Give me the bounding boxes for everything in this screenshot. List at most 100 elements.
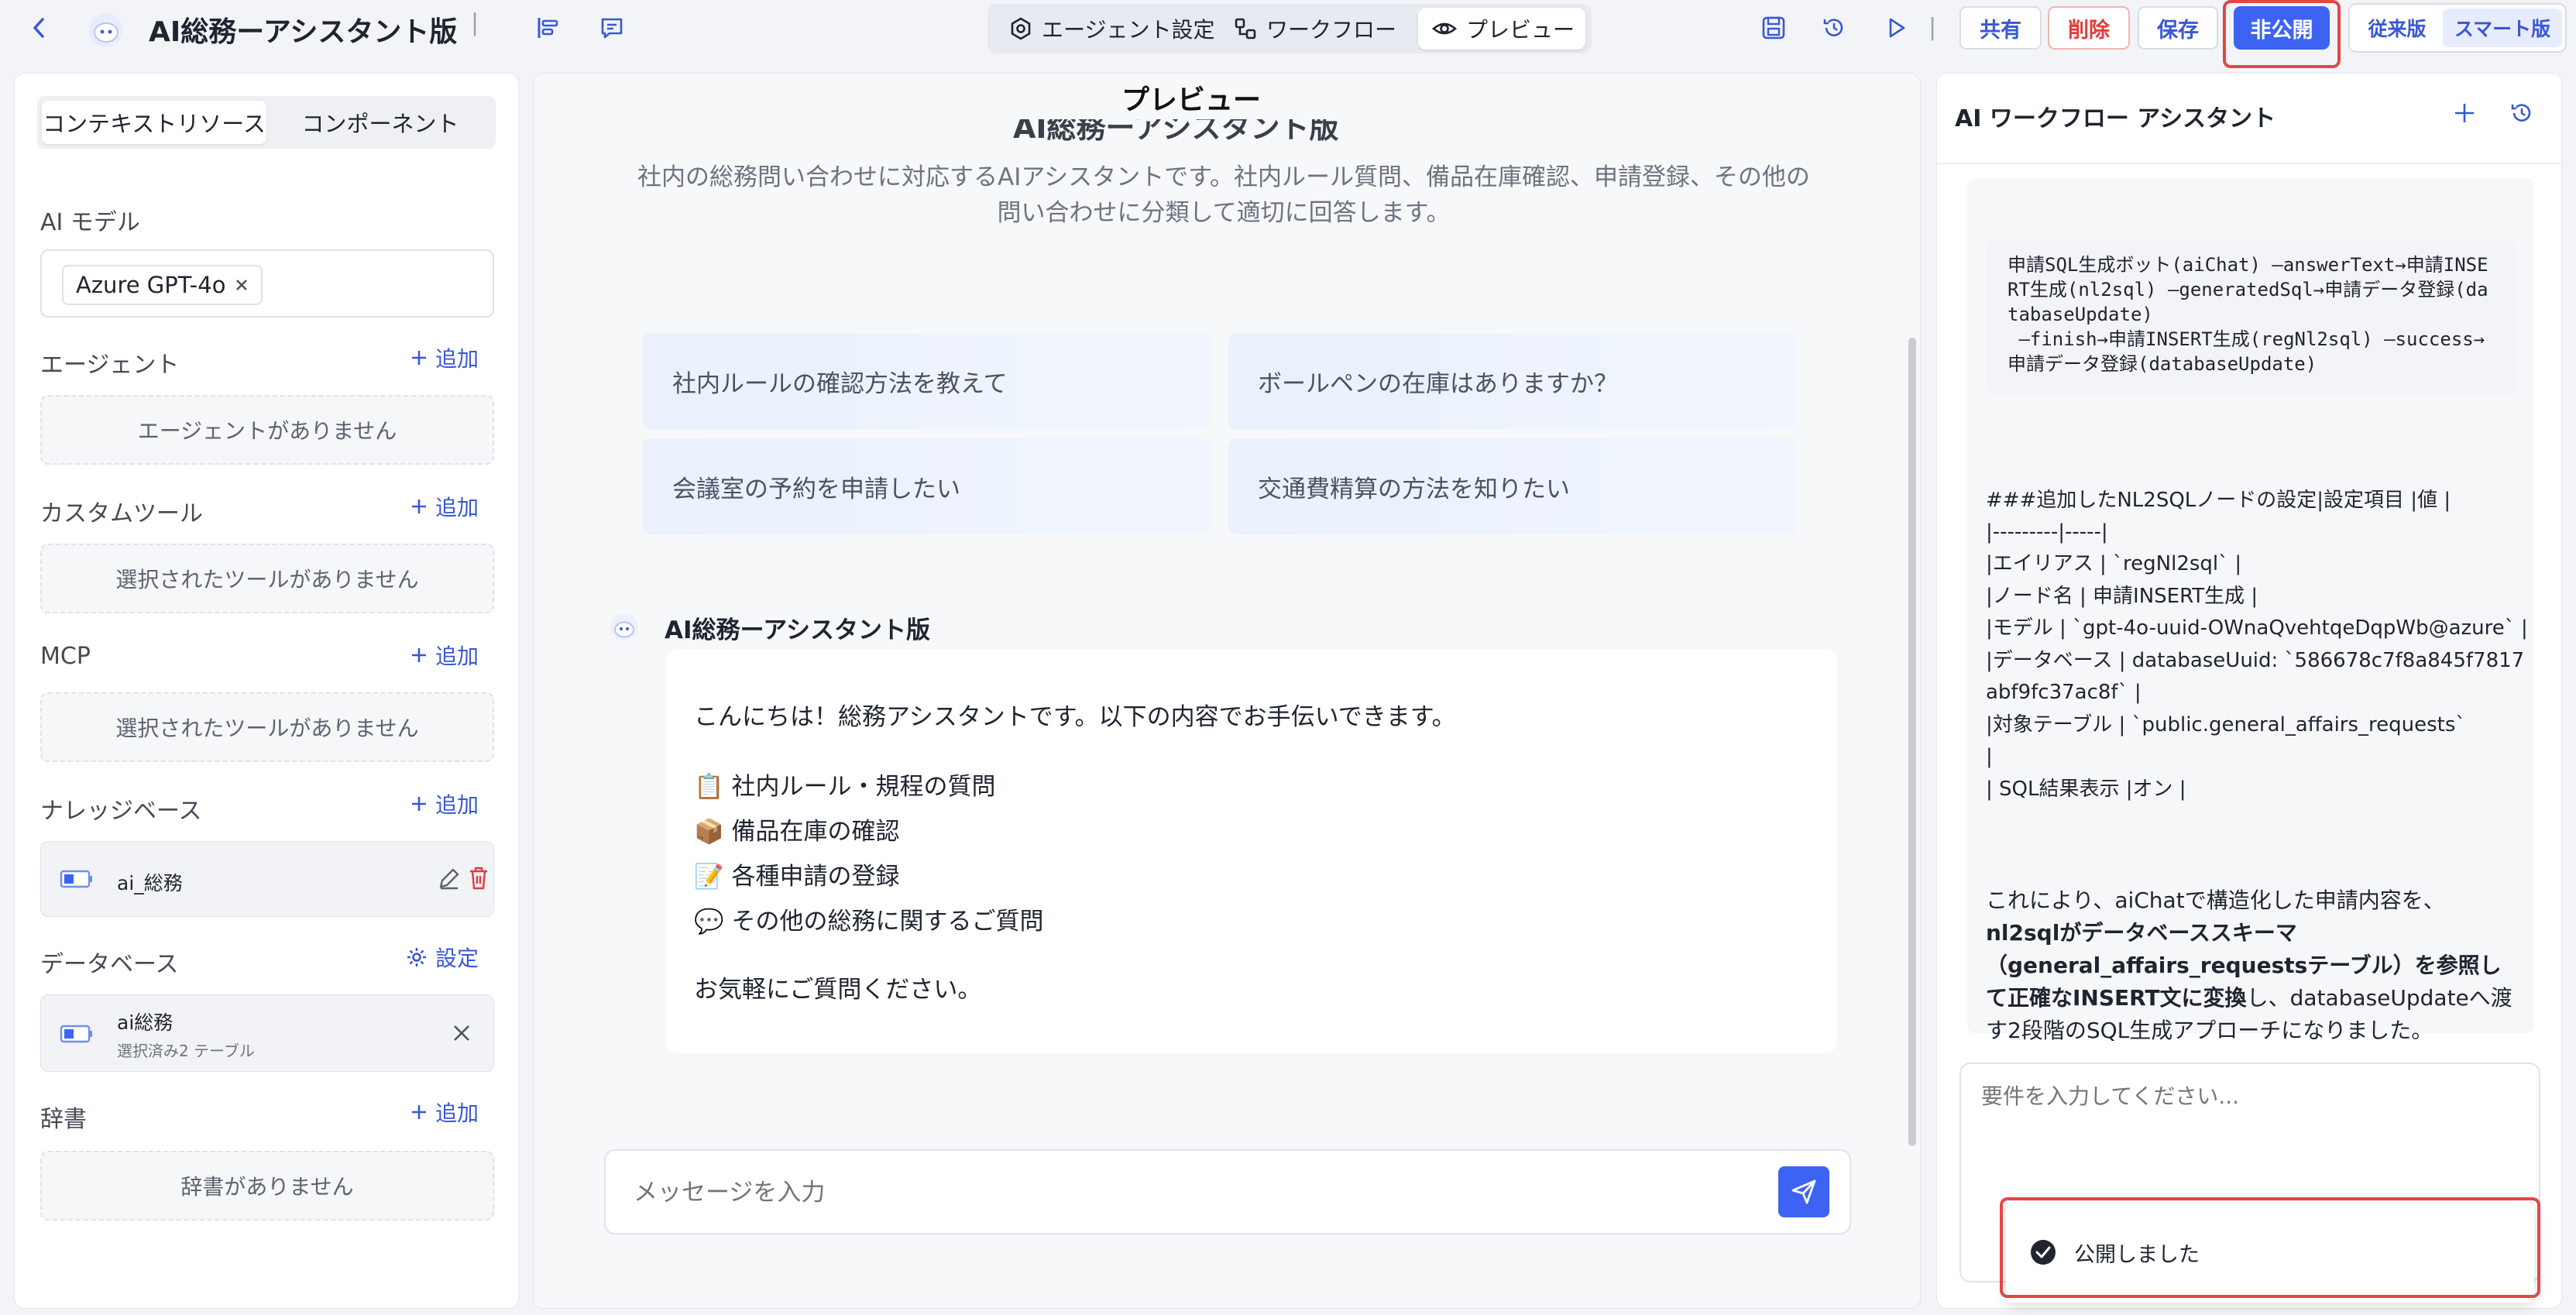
suggestion-chip[interactable]: 交通費精算の方法を知りたい bbox=[1228, 438, 1797, 534]
speech-emoji-icon: 💬 bbox=[694, 908, 724, 936]
assistant-summary: これにより、aiChatで構造化した申請内容を、nl2sqlがデータベーススキー… bbox=[1986, 888, 2512, 1043]
delete-trash-icon[interactable] bbox=[467, 865, 490, 891]
title-separator: | bbox=[471, 9, 479, 36]
bot-message-bubble: こんにちは！総務アシスタントです。以下の内容でお手伝いできます。 📋 社内ルール… bbox=[666, 649, 1837, 1053]
run-play-icon[interactable] bbox=[1874, 6, 1918, 50]
save-disk-icon[interactable] bbox=[1752, 6, 1795, 50]
tab-agent-settings-label: エージェント設定 bbox=[1042, 17, 1215, 43]
model-chip: Azure GPT-4o bbox=[62, 265, 263, 305]
align-icon[interactable] bbox=[527, 6, 570, 50]
table-line: | bbox=[1986, 745, 1993, 768]
memo-emoji-icon: 📝 bbox=[694, 863, 724, 891]
left-panel-tabs: コンテキストリソース コンポーネント bbox=[37, 96, 496, 149]
suggestion-chip[interactable]: 社内ルールの確認方法を教えて bbox=[643, 333, 1211, 429]
dictionary-empty-state: 辞書がありません bbox=[40, 1151, 494, 1221]
table-line: |---------|-----| bbox=[1986, 520, 2108, 544]
clipboard-emoji-icon: 📋 bbox=[694, 773, 724, 801]
add-knowledge-button[interactable]: 追加 bbox=[410, 788, 479, 819]
tab-preview-label: プレビュー bbox=[1466, 17, 1575, 43]
workflow-code-block: 申請SQL生成ボット(aiChat) —answerText→申請INSE RT… bbox=[1986, 240, 2516, 395]
add-custom-tool-label: 追加 bbox=[434, 495, 479, 520]
history-icon[interactable] bbox=[1812, 6, 1856, 50]
tab-workflow[interactable]: ワークフロー bbox=[1220, 8, 1410, 50]
save-button[interactable]: 保存 bbox=[2138, 6, 2218, 50]
preview-title: プレビュー bbox=[1121, 84, 1262, 116]
assistant-history-icon[interactable] bbox=[2508, 99, 2536, 127]
message-list-item: 📦 備品在庫の確認 bbox=[694, 818, 900, 846]
remove-model-icon[interactable] bbox=[235, 278, 249, 292]
mcp-empty-state: 選択されたツールがありません bbox=[40, 692, 494, 762]
knowledge-item[interactable]: ai_総務 bbox=[40, 841, 494, 917]
requirement-input[interactable] bbox=[1981, 1080, 2516, 1196]
add-dictionary-label: 追加 bbox=[434, 1100, 479, 1126]
eye-icon bbox=[1432, 17, 1457, 40]
custom-tool-section-title: カスタムツール bbox=[40, 500, 203, 527]
add-mcp-label: 追加 bbox=[434, 644, 479, 669]
tab-components[interactable]: コンポーネント bbox=[270, 101, 491, 144]
add-mcp-button[interactable]: 追加 bbox=[410, 640, 479, 671]
toast-highlight-frame bbox=[2000, 1197, 2540, 1298]
version-toggle: 従来版 スマート版 bbox=[2348, 3, 2567, 53]
add-custom-tool-button[interactable]: 追加 bbox=[410, 491, 479, 522]
dictionary-section-title: 辞書 bbox=[40, 1106, 87, 1133]
edit-pencil-icon[interactable] bbox=[436, 865, 462, 891]
battery-icon bbox=[60, 864, 94, 894]
mcp-section-title: MCP bbox=[40, 643, 91, 670]
message-input[interactable] bbox=[634, 1169, 1733, 1216]
send-icon bbox=[1790, 1178, 1818, 1206]
agent-empty-state: エージェントがありません bbox=[40, 395, 494, 465]
plus-icon bbox=[410, 647, 428, 664]
message-closing: お気軽にご質問ください。 bbox=[694, 976, 982, 1004]
agent-avatar-icon bbox=[87, 11, 125, 50]
table-line: |対象テーブル | `public.general_affairs_reques… bbox=[1986, 713, 2466, 736]
assistant-title: AI ワークフロー アシスタント bbox=[1955, 105, 2276, 132]
plus-icon bbox=[410, 349, 428, 366]
database-section-title: データベース bbox=[40, 951, 179, 978]
agent-description: 社内の総務問い合わせに対応するAIアシスタントです。社内ルール質問、備品在庫確認… bbox=[637, 163, 1810, 227]
database-item-name: ai総務 bbox=[117, 1011, 173, 1034]
add-agent-label: 追加 bbox=[434, 346, 479, 372]
custom-tool-empty-state: 選択されたツールがありません bbox=[40, 544, 494, 613]
add-agent-button[interactable]: 追加 bbox=[410, 342, 479, 373]
workflow-icon bbox=[1234, 17, 1257, 40]
legacy-version-tab[interactable]: 従来版 bbox=[2354, 9, 2440, 47]
database-settings-button[interactable]: 設定 bbox=[406, 942, 479, 973]
actions-separator: | bbox=[1929, 14, 1937, 41]
model-chip-label: Azure GPT-4o bbox=[76, 272, 226, 298]
table-line: |モデル | `gpt-4o-uuid-OWnaQvehtqeDqpWb@azu… bbox=[1986, 616, 2528, 640]
message-list-item: 💬 その他の総務に関するご質問 bbox=[694, 908, 1044, 936]
message-sender: AI総務ーアシスタント版 bbox=[665, 616, 931, 644]
table-line: |ノード名 | 申請INSERT生成 | bbox=[1986, 585, 2258, 608]
back-chevron-icon[interactable] bbox=[17, 6, 60, 50]
knowledge-item-name: ai_総務 bbox=[117, 872, 183, 894]
delete-button[interactable]: 削除 bbox=[2048, 6, 2130, 50]
send-button[interactable] bbox=[1778, 1166, 1829, 1217]
smart-version-tab[interactable]: スマート版 bbox=[2443, 9, 2562, 47]
message-composer bbox=[604, 1149, 1851, 1234]
remove-database-icon[interactable] bbox=[452, 1023, 472, 1043]
tab-context-resources[interactable]: コンテキストリソース bbox=[42, 101, 266, 144]
share-button[interactable]: 共有 bbox=[1959, 6, 2042, 50]
database-item-subtitle: 選択済み2 テーブル bbox=[117, 1042, 255, 1060]
plus-icon bbox=[410, 1104, 428, 1121]
table-line: | SQL結果表示 |オン | bbox=[1986, 778, 2186, 801]
preview-scrollbar[interactable] bbox=[1908, 338, 1916, 1146]
database-settings-label: 設定 bbox=[434, 946, 479, 971]
plus-icon bbox=[410, 795, 428, 812]
plus-icon bbox=[410, 498, 428, 515]
message-greeting: こんにちは！総務アシスタントです。以下の内容でお手伝いできます。 bbox=[694, 703, 1456, 731]
table-line: |エイリアス | `regNl2sql` | bbox=[1986, 552, 2242, 575]
ai-model-select[interactable]: Azure GPT-4o bbox=[40, 249, 494, 318]
chat-icon[interactable] bbox=[590, 6, 634, 50]
add-dictionary-button[interactable]: 追加 bbox=[410, 1097, 479, 1128]
table-line: ###追加したNL2SQLノードの設定|設定項目 |値 | bbox=[1986, 489, 2451, 512]
message-list-item: 📝 各種申請の登録 bbox=[694, 863, 900, 891]
database-item[interactable]: ai総務 選択済み2 テーブル bbox=[40, 994, 494, 1072]
suggestion-chip[interactable]: ボールペンの在庫はありますか？ bbox=[1228, 333, 1797, 429]
unpublish-highlight-frame bbox=[2223, 0, 2341, 68]
suggestion-chip[interactable]: 会議室の予約を申請したい bbox=[643, 438, 1211, 534]
tab-preview[interactable]: プレビュー bbox=[1418, 8, 1585, 50]
page-title: AI総務ーアシスタント版 bbox=[149, 16, 458, 48]
tab-agent-settings[interactable]: エージェント設定 bbox=[995, 8, 1228, 50]
new-chat-plus-icon[interactable] bbox=[2451, 99, 2478, 127]
